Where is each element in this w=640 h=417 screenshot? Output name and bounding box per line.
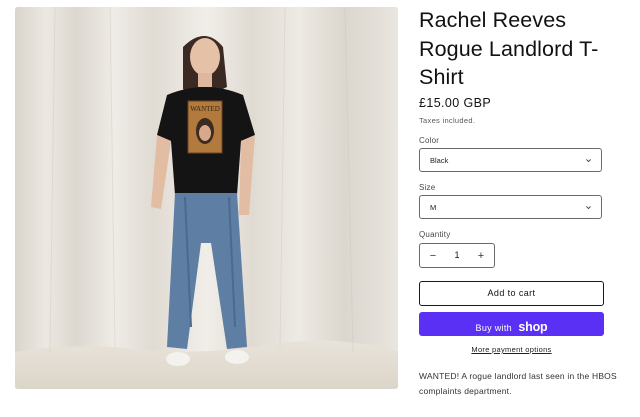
product-price: £15.00 GBP xyxy=(419,96,492,110)
color-select[interactable]: Black xyxy=(419,148,602,172)
chevron-down-icon xyxy=(586,159,591,163)
shop-logo: shop xyxy=(518,320,548,334)
quantity-input[interactable]: 1 xyxy=(448,250,466,260)
quantity-decrease-button[interactable]: − xyxy=(423,249,443,263)
tshirt-print-text: WANTED xyxy=(190,105,220,113)
size-select[interactable]: M xyxy=(419,195,602,219)
add-to-cart-button[interactable]: Add to cart xyxy=(419,281,604,306)
chevron-down-icon xyxy=(586,206,591,210)
tax-note: Taxes included. xyxy=(419,116,476,125)
quantity-stepper: − 1 + xyxy=(419,243,495,268)
product-image[interactable]: WANTED xyxy=(15,7,398,389)
quantity-label: Quantity xyxy=(419,230,451,239)
buy-with-shop-button[interactable]: Buy with shop xyxy=(419,312,604,336)
quantity-increase-button[interactable]: + xyxy=(471,249,491,263)
size-label: Size xyxy=(419,183,436,192)
color-label: Color xyxy=(419,136,440,145)
color-selected-value: Black xyxy=(430,156,449,165)
product-photo: WANTED xyxy=(15,7,398,389)
size-selected-value: M xyxy=(430,203,437,212)
more-payment-options-link[interactable]: More payment options xyxy=(419,345,604,354)
product-title: Rachel Reeves Rogue Landlord T-Shirt xyxy=(419,8,599,89)
product-description: WANTED! A rogue landlord last seen in th… xyxy=(419,371,617,396)
buy-with-label: Buy with xyxy=(475,323,512,333)
